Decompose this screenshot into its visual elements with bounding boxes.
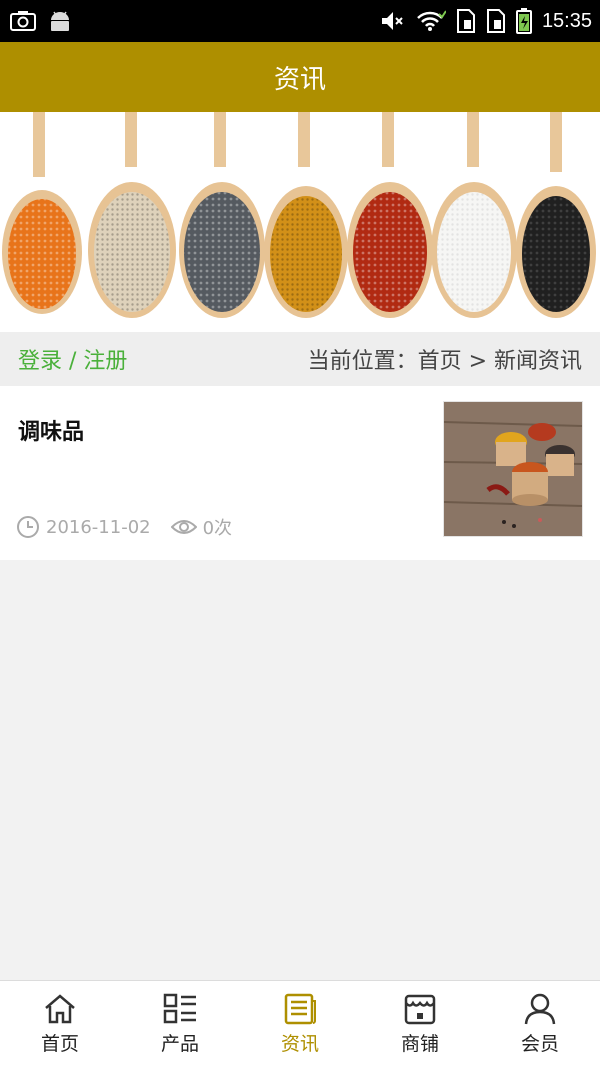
battery-icon [515,8,532,34]
shop-icon [403,993,437,1025]
breadcrumb: 当前位置：首页 > 新闻资讯 [307,349,582,374]
nav-item-products[interactable]: 产品 [120,981,240,1067]
nav-label-products: 产品 [160,1032,199,1055]
mute-icon [380,10,406,32]
news-meta: 2016-11-02 0次 [16,514,232,540]
news-icon [283,993,317,1025]
nav-item-shop[interactable]: 商铺 [360,981,480,1067]
clock-time: 15:35 [541,9,592,32]
nav-item-member[interactable]: 会员 [480,981,600,1067]
eye-icon [170,517,197,537]
spice-spoons-banner [0,112,600,332]
nav-label-home: 首页 [40,1032,79,1055]
spice-bowls-thumbnail [444,402,582,536]
nav-item-news[interactable]: 资讯 [240,981,360,1067]
app-header: 资讯 [0,42,600,112]
nav-label-shop: 商铺 [400,1032,439,1055]
nav-label-member: 会员 [520,1032,559,1055]
login-register-link[interactable]: 登录 / 注册 [18,343,127,375]
page-title: 资讯 [273,64,326,95]
grid-list-icon [163,993,197,1025]
sim2-icon [486,9,506,33]
bottom-nav: 首页 产品 资讯 商铺 会员 [0,980,600,1067]
news-views: 0次 [170,514,233,540]
location-bar: 登录 / 注册 当前位置：首页 > 新闻资讯 [0,332,600,386]
news-title[interactable]: 调味品 [18,414,84,446]
list-item[interactable]: 调味品 2016-11-02 0次 [0,386,600,560]
clock-icon [16,515,40,539]
sim1-icon [456,9,476,33]
news-thumbnail[interactable] [443,401,583,537]
wifi-icon [416,10,446,32]
user-icon [523,993,557,1025]
nav-label-news: 资讯 [280,1032,319,1055]
android-icon [48,10,72,32]
nav-item-home[interactable]: 首页 [0,981,120,1067]
screenshot-icon [10,10,36,32]
news-list: 调味品 2016-11-02 0次 [0,386,600,560]
home-icon [43,993,77,1025]
news-date: 2016-11-02 [46,516,151,538]
status-bar: 15:35 [0,0,600,42]
banner-image[interactable] [0,112,600,332]
news-view-count: 0次 [202,518,233,539]
